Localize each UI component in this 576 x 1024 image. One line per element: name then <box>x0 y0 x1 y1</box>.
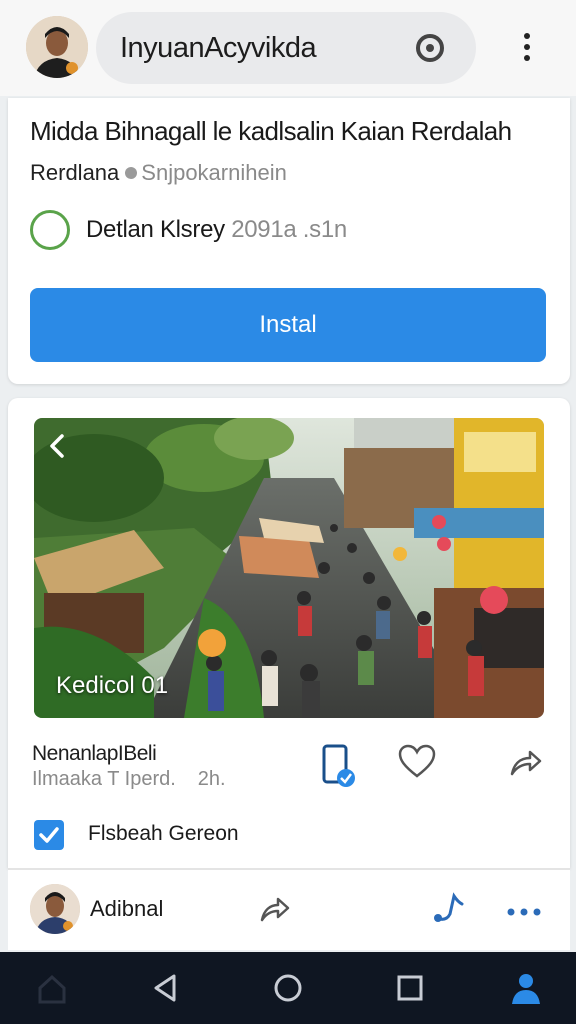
option-label-muted: 2091a .s1n <box>231 216 347 243</box>
author-name[interactable]: Adibnal <box>90 896 163 922</box>
kebab-icon[interactable] <box>512 28 542 68</box>
back-icon[interactable] <box>148 970 184 1006</box>
forward-icon[interactable] <box>258 894 290 929</box>
save-phone-icon[interactable] <box>316 744 362 795</box>
post-meta-left: Ilmaaka T Iperd. <box>32 768 176 790</box>
subtitle-handle: Snjpokarnihein <box>141 160 287 185</box>
install-button[interactable]: Instal <box>30 288 546 362</box>
subtitle-main: Rerdlana <box>30 160 120 185</box>
dot-icon <box>125 167 138 179</box>
system-nav-bar <box>0 952 576 1024</box>
option-label[interactable]: Detlan Klsrey 2091a .s1n <box>86 216 347 244</box>
card-title: Midda Bihnagall le kadlsalin Kaian Rerda… <box>30 116 512 146</box>
music-note-icon[interactable] <box>432 892 464 931</box>
install-card: Midda Bihnagall le kadlsalin Kaian Rerda… <box>8 98 570 384</box>
target-icon[interactable] <box>414 32 446 64</box>
search-text[interactable]: InyuanAcyvikda <box>120 32 317 65</box>
share-option-label: Flsbeah Gereon <box>88 822 239 845</box>
checkbox-checked-icon[interactable] <box>34 820 64 850</box>
heart-icon[interactable] <box>398 744 436 785</box>
post-author-name[interactable]: NenanlapIBeli <box>32 742 157 766</box>
search-bar[interactable]: InyuanAcyvikda <box>96 12 476 84</box>
share-arrow-icon[interactable] <box>508 746 542 783</box>
home-icon[interactable] <box>34 970 70 1006</box>
author-avatar[interactable] <box>30 884 80 934</box>
top-bar: InyuanAcyvikda <box>0 0 576 96</box>
back-chevron-icon[interactable] <box>46 432 70 460</box>
profile-icon[interactable] <box>508 970 544 1006</box>
home-circle-icon[interactable] <box>270 970 306 1006</box>
image-caption: Kedicol 01 <box>56 672 169 699</box>
card-subtitle: Rerdlana Snjpokarnihein <box>30 160 287 186</box>
post-meta: Ilmaaka T Iperd. 2h. <box>32 768 226 791</box>
author-row: Adibnal <box>8 870 570 950</box>
recents-icon[interactable] <box>392 970 428 1006</box>
option-label-text: Detlan Klsrey <box>86 216 225 243</box>
option-radio[interactable] <box>30 210 70 250</box>
more-horizontal-icon[interactable] <box>506 904 542 922</box>
post-image[interactable]: Kedicol 01 <box>34 418 544 718</box>
avatar[interactable] <box>26 16 88 78</box>
post-card: Kedicol 01 NenanlapIBeli Ilmaaka T Iperd… <box>8 398 570 868</box>
post-time: 2h. <box>197 768 226 790</box>
